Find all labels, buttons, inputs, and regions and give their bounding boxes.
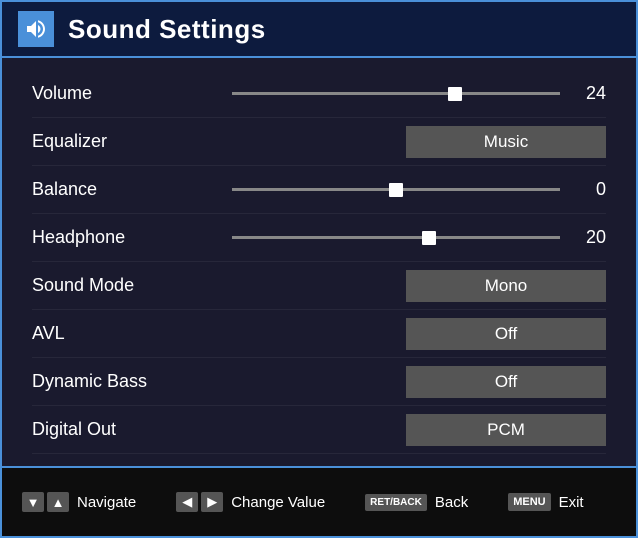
balance-fill — [232, 188, 396, 191]
volume-slider[interactable]: 24 — [232, 83, 606, 104]
balance-row: Balance 0 — [32, 166, 606, 214]
digital-out-row: Digital Out PCM — [32, 406, 606, 454]
volume-label: Volume — [32, 83, 232, 104]
equalizer-dropdown[interactable]: Music — [406, 126, 606, 158]
back-hint: RET/BACK Back — [365, 494, 468, 511]
balance-slider[interactable]: 0 — [232, 179, 606, 200]
sound-mode-row: Sound Mode Mono — [32, 262, 606, 310]
navigate-label: Navigate — [77, 494, 136, 511]
digital-out-dropdown[interactable]: PCM — [406, 414, 606, 446]
sound-mode-control: Mono — [232, 270, 606, 302]
avl-dropdown[interactable]: Off — [406, 318, 606, 350]
navigate-keys: ▼ ▲ — [22, 492, 69, 512]
balance-control[interactable]: 0 — [232, 179, 606, 200]
volume-thumb — [448, 87, 462, 101]
right-arrow-key: ▶ — [201, 492, 223, 512]
volume-value: 24 — [576, 83, 606, 104]
headphone-track — [232, 236, 560, 239]
volume-track — [232, 92, 560, 95]
equalizer-label: Equalizer — [32, 131, 232, 152]
volume-fill — [232, 92, 455, 95]
footer: ▼ ▲ Navigate ◀ ▶ Change Value RET/BACK B… — [2, 466, 636, 536]
headphone-control[interactable]: 20 — [232, 227, 606, 248]
change-value-label: Change Value — [231, 494, 325, 511]
ret-back-key: RET/BACK — [365, 494, 427, 511]
left-arrow-key: ◀ — [176, 492, 198, 512]
back-label: Back — [435, 494, 468, 511]
dynamic-bass-dropdown[interactable]: Off — [406, 366, 606, 398]
change-value-hint: ◀ ▶ Change Value — [176, 492, 325, 512]
balance-thumb — [389, 183, 403, 197]
screen: Sound Settings Volume 24 Equalizer Music — [0, 0, 638, 538]
page-title: Sound Settings — [68, 14, 266, 45]
headphone-slider[interactable]: 20 — [232, 227, 606, 248]
digital-out-label: Digital Out — [32, 419, 232, 440]
menu-key: MENU — [508, 493, 550, 511]
headphone-thumb — [422, 231, 436, 245]
balance-label: Balance — [32, 179, 232, 200]
avl-control: Off — [232, 318, 606, 350]
headphone-label: Headphone — [32, 227, 232, 248]
equalizer-row: Equalizer Music — [32, 118, 606, 166]
balance-value: 0 — [576, 179, 606, 200]
headphone-row: Headphone 20 — [32, 214, 606, 262]
headphone-value: 20 — [576, 227, 606, 248]
dynamic-bass-row: Dynamic Bass Off — [32, 358, 606, 406]
sound-mode-dropdown[interactable]: Mono — [406, 270, 606, 302]
sound-icon — [18, 11, 54, 47]
avl-label: AVL — [32, 323, 232, 344]
volume-control[interactable]: 24 — [232, 83, 606, 104]
exit-label: Exit — [559, 494, 584, 511]
digital-out-control: PCM — [232, 414, 606, 446]
volume-row: Volume 24 — [32, 70, 606, 118]
equalizer-control: Music — [232, 126, 606, 158]
sound-mode-label: Sound Mode — [32, 275, 232, 296]
avl-row: AVL Off — [32, 310, 606, 358]
navigate-hint: ▼ ▲ Navigate — [22, 492, 136, 512]
exit-hint: MENU Exit — [508, 493, 583, 511]
headphone-fill — [232, 236, 429, 239]
balance-track — [232, 188, 560, 191]
down-arrow-key: ▼ — [22, 492, 44, 512]
up-arrow-key: ▲ — [47, 492, 69, 512]
header: Sound Settings — [2, 2, 636, 58]
change-value-keys: ◀ ▶ — [176, 492, 223, 512]
dynamic-bass-label: Dynamic Bass — [32, 371, 232, 392]
settings-list: Volume 24 Equalizer Music Balance — [2, 58, 636, 466]
dynamic-bass-control: Off — [232, 366, 606, 398]
